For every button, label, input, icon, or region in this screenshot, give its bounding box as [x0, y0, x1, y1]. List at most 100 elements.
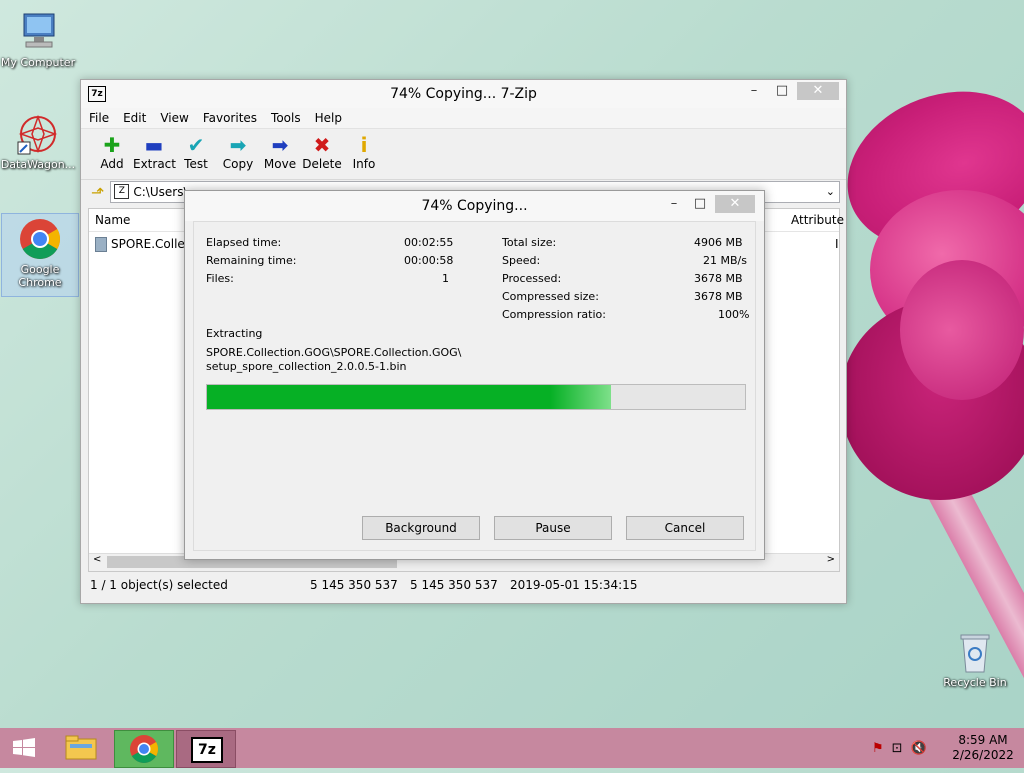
file-icon	[95, 237, 107, 252]
speed-label: Speed:	[502, 254, 541, 267]
compression-ratio-label: Compression ratio:	[502, 308, 606, 321]
menu-view[interactable]: View	[160, 111, 188, 125]
archive-icon: Z	[114, 184, 130, 199]
desktop-icon-my-computer[interactable]: My Computer	[0, 10, 76, 69]
desktop-icon-google-chrome[interactable]: Google Chrome	[1, 213, 79, 297]
folder-icon	[65, 735, 97, 760]
current-path-line1: SPORE.Collection.GOG\SPORE.Collection.GO…	[206, 346, 462, 359]
copy-arrow-icon: ➡	[229, 133, 247, 157]
clock-time: 8:59 AM	[958, 733, 1008, 747]
speed-value: 21 MB/s	[703, 254, 747, 267]
dialog-maximize-button[interactable]: □	[687, 195, 713, 213]
operation-label: Extracting	[206, 327, 263, 340]
current-path-line2: setup_spore_collection_2.0.0.5-1.bin	[206, 360, 407, 373]
compression-ratio-value: 100%	[718, 308, 750, 321]
toolbar-button-label: Add	[100, 157, 124, 171]
close-button[interactable]: ✕	[797, 82, 839, 100]
minimize-button[interactable]: –	[741, 82, 767, 100]
toolbar-button-label: Delete	[302, 157, 342, 171]
status-selected: 1 / 1 object(s) selected	[90, 578, 228, 592]
toolbar-button-label: Copy	[222, 157, 254, 171]
scroll-left-icon[interactable]: <	[93, 554, 101, 565]
toolbar: ✚ Add ▬ Extract ✔ Test ➡ Copy ➡ Move ✖ Delete i Info	[81, 128, 846, 180]
desktop-icon-label: Google Chrome	[18, 263, 62, 289]
action-center-flag-icon[interactable]: ⚑	[872, 741, 884, 756]
status-size: 5 145 350 537	[310, 578, 398, 592]
menu-help[interactable]: Help	[315, 111, 342, 125]
toolbar-info-button[interactable]: i Info	[343, 129, 385, 179]
taskbar-chrome[interactable]	[114, 730, 174, 768]
address-path: C:\Users\	[133, 185, 188, 199]
toolbar-move-button[interactable]: ➡ Move	[259, 129, 301, 179]
maximize-button[interactable]: □	[769, 82, 795, 100]
processed-value: 3678 MB	[694, 272, 743, 285]
wallpaper-flower-petal	[900, 260, 1024, 400]
status-bar: 1 / 1 object(s) selected 5 145 350 537 5…	[88, 574, 838, 596]
dialog-close-button[interactable]: ✕	[715, 195, 755, 213]
status-modified: 2019-05-01 15:34:15	[510, 578, 638, 592]
datawagon-icon	[16, 112, 60, 156]
status-packed: 5 145 350 537	[410, 578, 498, 592]
start-button[interactable]	[0, 730, 48, 766]
delete-x-icon: ✖	[313, 133, 331, 157]
chrome-icon	[130, 735, 158, 763]
column-header-name[interactable]: Name	[95, 209, 130, 231]
window-title: 74% Copying... 7-Zip	[390, 86, 537, 102]
remaining-time-value: 00:00:58	[404, 254, 454, 267]
windows-logo-icon	[13, 738, 35, 757]
total-size-value: 4906 MB	[694, 236, 743, 249]
network-icon[interactable]: ⊡	[892, 741, 903, 756]
files-label: Files:	[206, 272, 234, 285]
toolbar-button-label: Extract	[133, 157, 176, 171]
7zip-app-icon: 7z	[191, 737, 223, 763]
toolbar-copy-button[interactable]: ➡ Copy	[217, 129, 259, 179]
file-attribute: I	[835, 237, 839, 251]
recycle-bin-icon	[953, 630, 997, 674]
remaining-time-label: Remaining time:	[206, 254, 297, 267]
toolbar-extract-button[interactable]: ▬ Extract	[133, 129, 176, 179]
clock[interactable]: 8:59 AM 2/26/2022	[948, 728, 1018, 773]
taskbar-7zip[interactable]: 7z	[176, 730, 236, 768]
info-icon: i	[360, 133, 368, 157]
menu-bar: File Edit View Favorites Tools Help	[81, 108, 846, 128]
compressed-size-label: Compressed size:	[502, 290, 599, 303]
taskbar-file-explorer[interactable]	[52, 730, 110, 766]
dialog-minimize-button[interactable]: –	[661, 195, 687, 213]
chevron-down-icon[interactable]: ⌄	[826, 182, 835, 202]
compressed-size-value: 3678 MB	[694, 290, 743, 303]
desktop-icon-label: DataWagon...	[0, 158, 76, 171]
list-item[interactable]: SPORE.Collect	[95, 235, 196, 253]
toolbar-test-button[interactable]: ✔ Test	[175, 129, 217, 179]
total-size-label: Total size:	[502, 236, 557, 249]
files-value: 1	[442, 272, 449, 285]
column-header-attributes[interactable]: Attribute	[791, 209, 844, 231]
pause-button[interactable]: Pause	[494, 516, 612, 540]
menu-tools[interactable]: Tools	[271, 111, 301, 125]
move-arrow-icon: ➡	[271, 133, 289, 157]
window-titlebar[interactable]: 7z 74% Copying... 7-Zip – □ ✕	[81, 80, 846, 108]
toolbar-add-button[interactable]: ✚ Add	[91, 129, 133, 179]
volume-muted-icon[interactable]: 🔇	[911, 741, 927, 756]
elapsed-time-label: Elapsed time:	[206, 236, 282, 249]
menu-edit[interactable]: Edit	[123, 111, 146, 125]
menu-favorites[interactable]: Favorites	[203, 111, 257, 125]
toolbar-button-label: Info	[352, 157, 376, 171]
toolbar-button-label: Move	[263, 157, 297, 171]
up-folder-icon[interactable]: ⬏	[91, 183, 104, 202]
menu-file[interactable]: File	[89, 111, 109, 125]
dialog-titlebar[interactable]: 74% Copying... – □ ✕	[185, 191, 764, 221]
system-tray: ⚑ ⊡ 🔇	[872, 728, 942, 768]
progress-bar	[206, 384, 746, 410]
desktop-icon-datawagon[interactable]: DataWagon...	[0, 112, 76, 171]
computer-icon	[16, 10, 60, 54]
minus-icon: ▬	[144, 133, 164, 157]
dialog-body: Elapsed time: 00:02:55 Remaining time: 0…	[193, 221, 756, 551]
toolbar-delete-button[interactable]: ✖ Delete	[301, 129, 343, 179]
scroll-right-icon[interactable]: >	[827, 554, 835, 565]
toolbar-button-label: Test	[184, 157, 208, 171]
cancel-button[interactable]: Cancel	[626, 516, 744, 540]
background-button[interactable]: Background	[362, 516, 480, 540]
desktop-icon-recycle-bin[interactable]: Recycle Bin	[937, 630, 1013, 689]
chrome-icon	[18, 217, 62, 261]
taskbar: 7z ⚑ ⊡ 🔇 8:59 AM 2/26/2022	[0, 728, 1024, 768]
